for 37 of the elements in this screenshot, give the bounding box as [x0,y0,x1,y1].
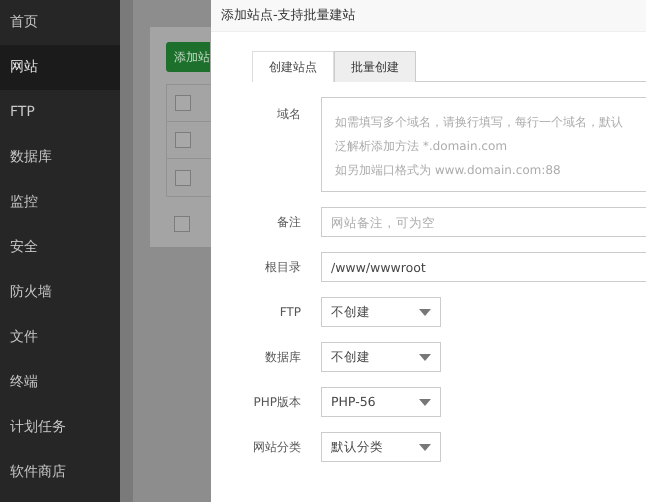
checkbox[interactable] [175,95,191,111]
field-label: PHP版本 [252,394,302,411]
sidebar-item[interactable]: FTP [0,90,120,135]
sidebar-item[interactable]: 防火墙 [0,270,120,315]
checkbox[interactable] [174,216,190,232]
field-label: FTP [278,304,302,321]
caret-icon [419,354,431,360]
caret-icon [419,444,431,450]
sidebar-item[interactable]: 文件 [0,315,120,360]
sidebar-item[interactable]: 软件商店 [0,450,120,495]
select-field[interactable]: 不创建 [321,297,441,327]
sidebar-item[interactable]: 首页 [0,0,120,45]
field-label: 域名 [276,106,302,123]
dialog-title: 添加站点-支持批量建站 [211,0,646,32]
checkbox[interactable] [175,132,191,148]
field-label: 根目录 [264,259,302,276]
select-field[interactable]: 默认分类 [321,432,441,462]
domain-field[interactable]: 如需填写多个域名，请换行填写，每行一个域名，默认 泛解析添加方法 *.domain.com 如另加端口格式为 www.domain.com:88 [321,97,646,192]
caret-icon [419,398,431,406]
sidebar-item[interactable]: 终端 [0,360,120,405]
caret-icon [419,308,431,316]
checkbox[interactable] [175,170,191,186]
field-label: 网站分类 [252,439,302,456]
field-label: 数据库 [264,349,302,366]
add-site-button[interactable]: 添加站 [166,42,210,72]
sidebar-item[interactable]: 计划任务 [0,405,120,450]
field-label: 备注 [276,214,302,231]
sidebar-item[interactable]: 网站 [0,45,120,90]
sidebar-item[interactable]: 数据库 [0,135,120,180]
sidebar-item[interactable]: 监控 [0,180,120,225]
select-field[interactable]: PHP-56 [321,387,441,417]
select-field[interactable]: 不创建 [321,342,441,372]
tab[interactable]: 创建站点 [252,51,334,82]
input-field[interactable]: 网站备注，可为空 [321,207,646,237]
sidebar-item[interactable]: 安全 [0,225,120,270]
input-field[interactable]: /www/wwwroot [321,252,646,282]
tab[interactable]: 批量创建 [334,51,416,82]
